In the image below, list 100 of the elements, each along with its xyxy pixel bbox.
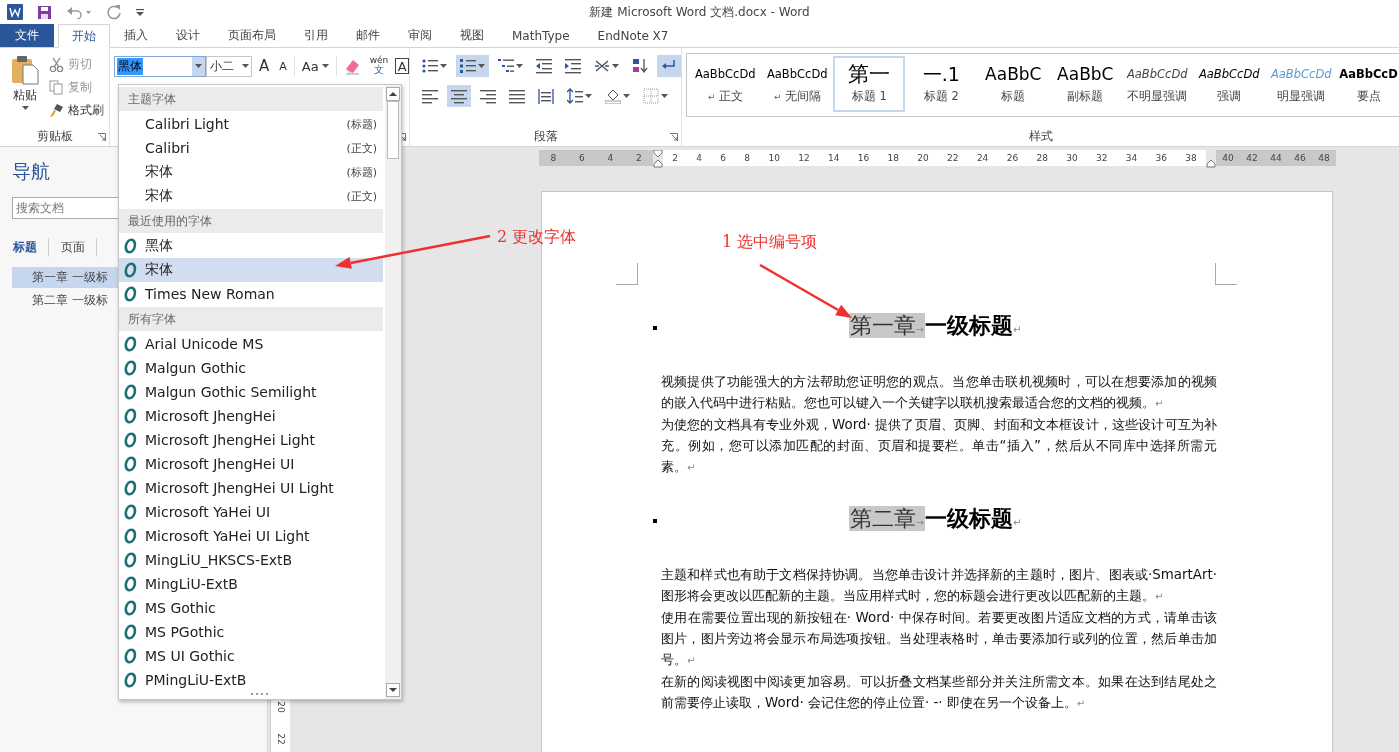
caret-icon[interactable] [612, 64, 620, 68]
font-item[interactable]: Malgun Gothic [119, 356, 383, 380]
grow-font-button[interactable]: A [256, 55, 273, 77]
ruler-number: 22 [947, 153, 959, 163]
ribbon-tab[interactable]: 开始 [58, 24, 110, 48]
font-item[interactable]: Microsoft YaHei UI [119, 500, 383, 524]
caret-icon[interactable] [440, 64, 448, 68]
font-item[interactable]: 宋体 [119, 258, 383, 282]
ribbon-tab[interactable]: 文件 [0, 24, 54, 47]
ribbon-tab[interactable]: 页面布局 [214, 24, 290, 47]
nav-tab[interactable]: 标题 [12, 237, 49, 257]
font-item[interactable]: Microsoft JhengHei [119, 404, 383, 428]
font-item[interactable]: MS Gothic [119, 596, 383, 620]
paste-button[interactable]: 粘贴 [6, 54, 44, 126]
ruler-number: 26 [1006, 153, 1019, 163]
scroll-up-icon[interactable] [386, 87, 400, 101]
align-left-icon [422, 88, 439, 104]
font-item[interactable]: Microsoft JhengHei UI Light [119, 476, 383, 500]
caret-icon[interactable] [21, 106, 29, 110]
font-item[interactable]: Microsoft YaHei UI Light [119, 524, 383, 548]
style-item[interactable]: AaBbC 副标题 [1049, 56, 1122, 112]
caret-icon[interactable] [478, 64, 486, 68]
style-item[interactable]: AaBbCcDd 不明显强调 [1121, 56, 1194, 112]
dialog-launcher-icon[interactable] [670, 133, 679, 141]
ruler-number: 32 [1096, 153, 1108, 163]
font-item[interactable]: Microsoft JhengHei Light [119, 428, 383, 452]
dialog-launcher-icon[interactable] [98, 133, 106, 141]
ribbon-tab[interactable]: MathType [498, 24, 584, 47]
font-item[interactable]: 宋体 (标题) [119, 160, 383, 184]
paragraph-button[interactable] [447, 85, 472, 107]
line-spacing-icon [567, 88, 584, 104]
save-icon[interactable] [37, 4, 52, 20]
style-item[interactable]: AaBbCcD 要点 [1337, 56, 1399, 112]
app-icon[interactable] [7, 4, 23, 20]
ribbon-tab[interactable]: 引用 [290, 24, 342, 47]
change-case-button[interactable]: Aa [298, 55, 332, 77]
font-size-field[interactable]: 小二 [206, 55, 252, 77]
resize-grip-icon[interactable] [251, 693, 269, 696]
ruler-number: 30 [1066, 153, 1078, 163]
customize-icon[interactable] [136, 7, 144, 17]
caret-icon[interactable] [321, 64, 329, 68]
scroll-down-icon[interactable] [386, 683, 400, 697]
ribbon-tab[interactable]: 插入 [110, 24, 162, 47]
ribbon-tab[interactable]: 视图 [446, 24, 498, 47]
margin-corner-mark [1215, 263, 1237, 285]
font-item[interactable]: PMingLiU-ExtB [119, 668, 383, 692]
font-item[interactable]: MS PGothic [119, 620, 383, 644]
style-item[interactable]: AaBbC 标题 [977, 56, 1050, 112]
ribbon-tab[interactable]: 邮件 [342, 24, 394, 47]
ribbon-tab[interactable]: 审阅 [394, 24, 446, 47]
numbering-icon [460, 58, 477, 74]
phonetic-guide-button[interactable]: wén 文 [366, 55, 392, 77]
font-name-field[interactable]: 黑体 [114, 55, 206, 77]
font-item[interactable]: MingLiU_HKSCS-ExtB [119, 548, 383, 572]
group-label: 段落 [533, 127, 558, 145]
ruler-number: 34 [1125, 153, 1138, 163]
font-item[interactable]: Calibri Light (标题) [119, 112, 383, 136]
style-item[interactable]: AaBbCcDd 强调 [1193, 56, 1266, 112]
caret-icon[interactable] [585, 94, 593, 98]
style-item[interactable]: 一.1 标题 2 [905, 56, 978, 112]
sort-icon [632, 58, 649, 74]
style-item[interactable]: AaBbCcDd ↵ 正文 [689, 56, 762, 112]
character-border-button[interactable]: A [395, 58, 410, 74]
copy-icon [49, 80, 64, 95]
shrink-font-button[interactable]: A [276, 55, 290, 77]
paragraph-text: 使用在需要位置出现的新按钮在· Word· 中保存时间。若要更改图片适应文档的方式，请单击该图片，图片旁边将会显示布局选项按钮。当处理表格时，单击要添加行或列的位置，然后单击加号。↵ [661, 609, 1217, 669]
undo-icon[interactable] [66, 5, 92, 19]
indent-marker-icon[interactable] [653, 150, 663, 168]
caret-icon[interactable] [241, 64, 249, 68]
paragraph-button[interactable] [456, 55, 490, 77]
font-item[interactable]: Microsoft JhengHei UI [119, 452, 383, 476]
ruler-number: 16 [857, 153, 870, 163]
align-right-icon [480, 88, 497, 104]
font-item[interactable]: Calibri (正文) [119, 136, 383, 160]
caret-icon[interactable] [623, 94, 631, 98]
nav-tab[interactable]: 页面 [49, 237, 97, 257]
font-item[interactable]: Arial Unicode MS [119, 332, 383, 356]
ruler-number: 18 [887, 153, 899, 163]
paint-bucket-icon [605, 88, 622, 104]
ribbon-tab[interactable]: 设计 [162, 24, 214, 47]
font-item[interactable]: 宋体 (正文) [119, 184, 383, 208]
style-item[interactable]: AaBbCcDd ↵ 无间隔 [761, 56, 834, 112]
ruler-number: 12 [798, 153, 810, 163]
clipboard-button[interactable]: 格式刷 [48, 100, 105, 121]
multilevel-list-icon [498, 58, 515, 74]
style-item[interactable]: AaBbCcDd 明显强调 [1265, 56, 1338, 112]
redo-icon[interactable] [106, 4, 122, 20]
font-item[interactable]: 黑体 [119, 234, 383, 258]
style-item[interactable]: 第一 标题 1 [833, 56, 906, 112]
scrollbar[interactable] [385, 85, 401, 699]
ribbon-tab[interactable]: EndNote X7 [583, 24, 683, 47]
ruler-number: 20 [917, 153, 929, 163]
font-item[interactable]: MingLiU-ExtB [119, 572, 383, 596]
caret-icon[interactable] [195, 64, 202, 68]
font-item[interactable]: Malgun Gothic Semilight [119, 380, 383, 404]
caret-icon[interactable] [661, 94, 669, 98]
ruler-number: 4 [607, 153, 614, 163]
scroll-thumb[interactable] [387, 101, 399, 159]
paragraph-button[interactable] [657, 55, 682, 77]
font-item[interactable]: MS UI Gothic [119, 644, 383, 668]
